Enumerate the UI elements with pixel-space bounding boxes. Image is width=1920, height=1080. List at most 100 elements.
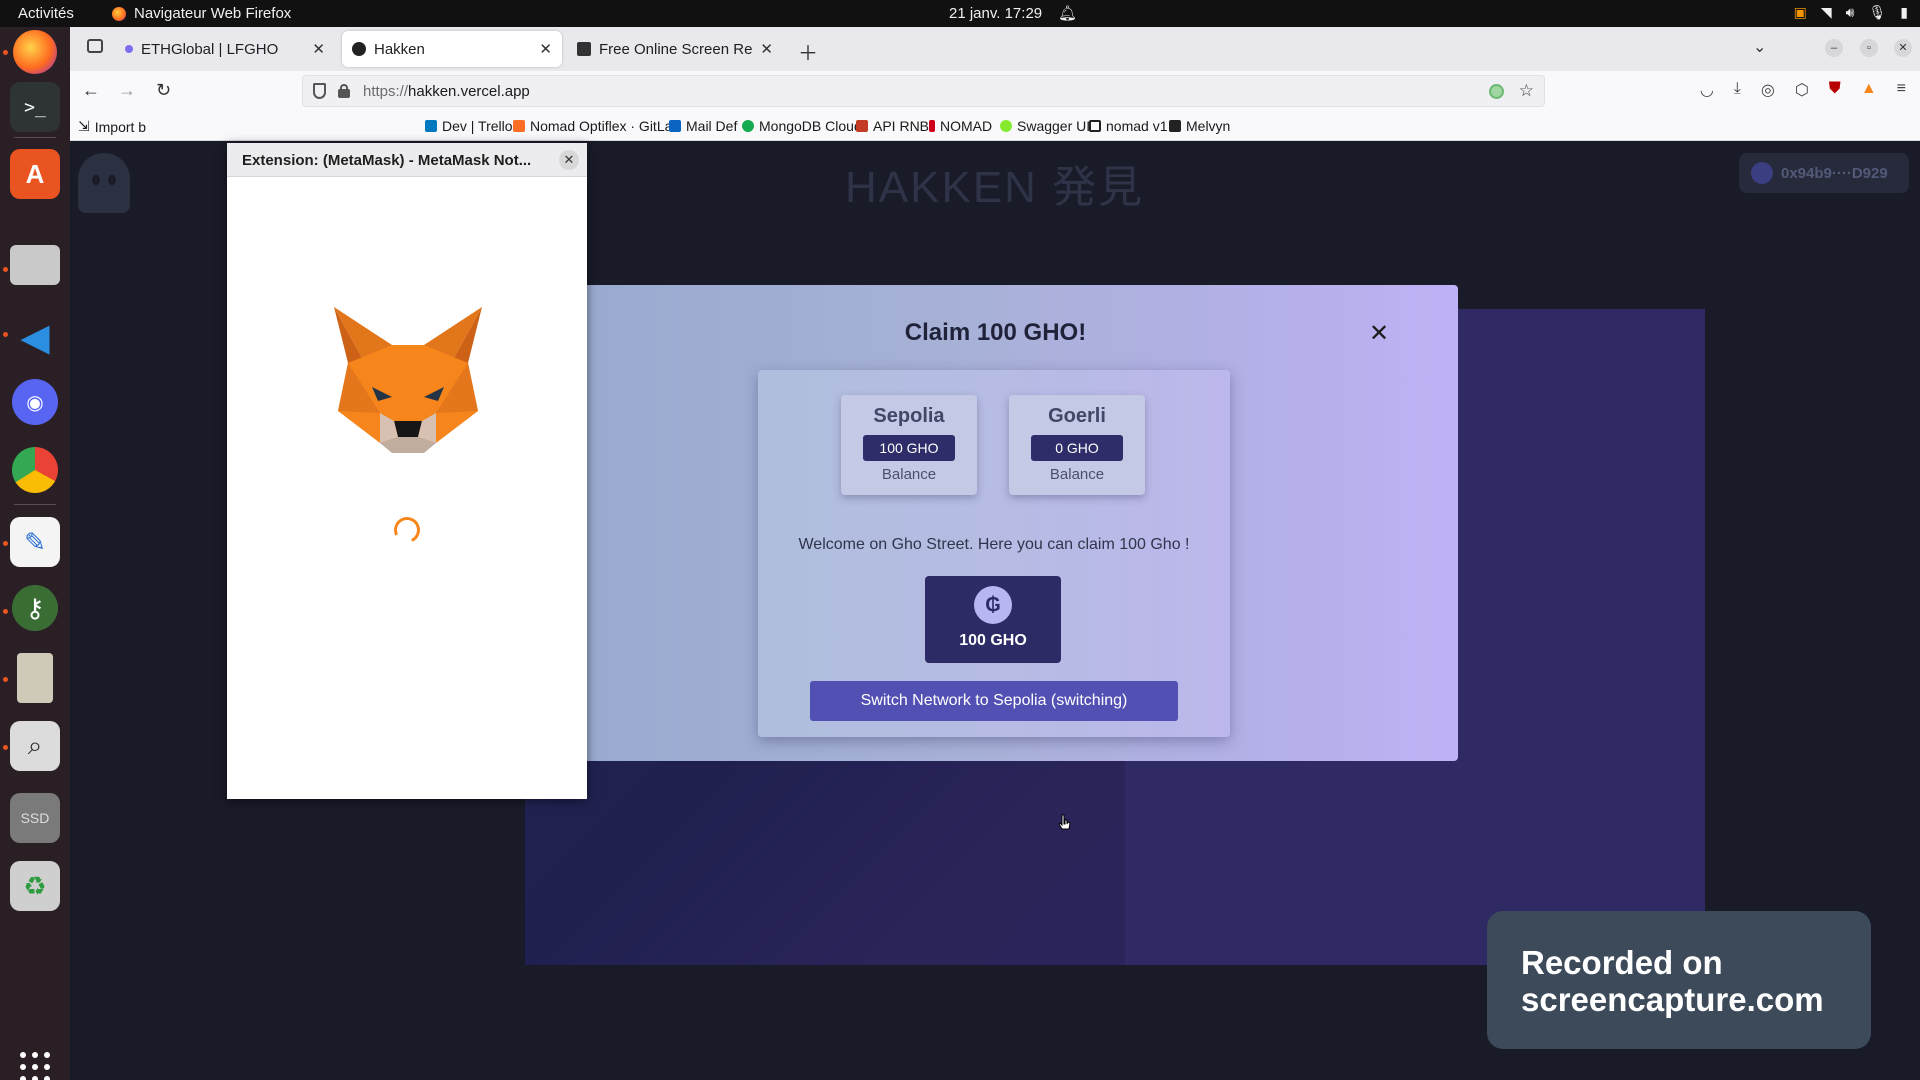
bookmark-nomad-v1[interactable]: nomad v1 bbox=[1089, 118, 1167, 134]
running-indicator bbox=[3, 332, 8, 337]
screen-recording-icon[interactable]: ▣ bbox=[1794, 4, 1807, 21]
bookmark-trello[interactable]: Dev | Trello bbox=[425, 118, 513, 134]
new-tab-button[interactable]: ＋ bbox=[798, 37, 818, 66]
bookmark-mongodb[interactable]: MongoDB Cloud bbox=[742, 118, 862, 134]
screenshot-dock-icon[interactable]: ⌕ bbox=[10, 721, 60, 771]
wifi-icon: ◥ bbox=[1820, 4, 1832, 20]
tracking-protection-icon[interactable] bbox=[313, 83, 326, 99]
minimize-button[interactable]: – bbox=[1825, 39, 1843, 57]
melvyn-icon bbox=[1169, 120, 1181, 132]
wallet-avatar bbox=[1751, 162, 1773, 184]
wallet-button[interactable]: 0x94b9····D929 bbox=[1739, 153, 1909, 193]
firefox-view-icon[interactable] bbox=[87, 39, 103, 53]
close-window-button[interactable]: ✕ bbox=[1894, 39, 1912, 57]
bookmark-star-icon[interactable]: ☆ bbox=[1519, 81, 1534, 101]
extensions-icon[interactable]: ⬡ bbox=[1795, 80, 1809, 100]
bookmark-api-rnb[interactable]: API RNB bbox=[856, 118, 929, 134]
list-all-tabs-icon[interactable]: ⌄ bbox=[1753, 37, 1766, 57]
close-tab-icon[interactable]: ✕ bbox=[539, 40, 552, 58]
ghost-logo-icon[interactable] bbox=[78, 153, 130, 213]
hakken-favicon bbox=[352, 42, 366, 56]
chrome-dock-icon[interactable] bbox=[12, 447, 58, 493]
downloads-icon[interactable]: ⤓ bbox=[1734, 80, 1741, 100]
maximize-button[interactable]: ▫ bbox=[1860, 39, 1878, 57]
outlook-icon bbox=[669, 120, 681, 132]
url-protocol: https:// bbox=[363, 83, 409, 100]
claim-card: Sepolia 100 GHO Balance Goerli 0 GHO Bal… bbox=[758, 370, 1230, 737]
discord-dock-icon[interactable]: ◉ bbox=[12, 379, 58, 425]
back-button[interactable]: ← bbox=[82, 80, 100, 101]
terminal-dock-icon[interactable]: >_ bbox=[10, 82, 60, 132]
close-icon[interactable]: ✕ bbox=[1369, 319, 1389, 348]
close-tab-icon[interactable]: ✕ bbox=[312, 40, 325, 58]
page-title: HAKKEN 発見 bbox=[845, 163, 1145, 212]
url-text[interactable]: https://hakken.vercel.app bbox=[363, 83, 530, 100]
firefox-icon bbox=[112, 6, 126, 21]
tab-label: Hakken bbox=[374, 40, 425, 58]
tab-ethglobal[interactable]: ETHGlobal | LFGHO ✕ bbox=[115, 31, 335, 67]
bookmark-import[interactable]: ⇲ Import b bbox=[78, 118, 146, 135]
network-card-goerli[interactable]: Goerli 0 GHO Balance bbox=[1009, 395, 1145, 495]
lock-icon[interactable] bbox=[338, 84, 350, 98]
tab-hakken[interactable]: Hakken ✕ bbox=[342, 31, 562, 67]
network-name: Sepolia bbox=[873, 405, 945, 427]
running-indicator bbox=[3, 745, 8, 750]
archive-dock-icon[interactable] bbox=[17, 653, 53, 703]
firefox-dock-icon[interactable] bbox=[13, 30, 57, 74]
tab-label: ETHGlobal | LFGHO bbox=[141, 40, 279, 58]
running-indicator bbox=[3, 609, 8, 614]
tab-screen-recorder[interactable]: Free Online Screen Reco ✕ bbox=[567, 31, 783, 67]
show-apps-icon[interactable] bbox=[20, 1052, 50, 1080]
bookmark-label: Nomad Optiflex · GitLab bbox=[530, 118, 681, 134]
clock[interactable]: 21 janv. 17:29 bbox=[949, 5, 1042, 22]
files-dock-icon[interactable] bbox=[10, 245, 60, 285]
software-center-dock-icon[interactable]: A bbox=[10, 149, 60, 199]
system-tray[interactable]: ▣ ◥ 🔊︎ 🎙︎ ▮ bbox=[1794, 4, 1908, 21]
reload-button[interactable]: ↻ bbox=[156, 80, 171, 101]
vscode-dock-icon[interactable]: ◀ bbox=[10, 312, 60, 362]
switch-network-button[interactable]: Switch Network to Sepolia (switching) bbox=[810, 681, 1178, 721]
app-menu[interactable]: Navigateur Web Firefox bbox=[112, 5, 291, 22]
bookmark-nomad[interactable]: NOMAD bbox=[929, 118, 992, 134]
running-indicator bbox=[3, 267, 8, 272]
bookmark-melvyn[interactable]: Melvyn bbox=[1169, 118, 1230, 134]
volume-icon: 🔊︎ bbox=[1845, 4, 1855, 20]
loading-spinner-icon bbox=[390, 513, 424, 547]
trello-icon bbox=[425, 120, 437, 132]
microphone-icon: 🎙︎ bbox=[1868, 4, 1887, 20]
menu-icon[interactable]: ≡ bbox=[1897, 80, 1906, 100]
close-tab-icon[interactable]: ✕ bbox=[760, 40, 773, 58]
ssd-drive-dock-icon[interactable]: SSD bbox=[10, 793, 60, 843]
text-editor-dock-icon[interactable]: ✎ bbox=[10, 517, 60, 567]
claim-amount: 100 GHO bbox=[959, 632, 1027, 649]
running-indicator bbox=[3, 541, 8, 546]
metamask-extension-icon[interactable]: ▲ bbox=[1861, 80, 1877, 100]
ublock-icon[interactable]: ⛊ bbox=[1829, 80, 1841, 100]
popup-title: Extension: (MetaMask) - MetaMask Not... bbox=[227, 143, 587, 177]
modal-title: Claim 100 GHO! bbox=[904, 319, 1087, 346]
network-caption: Balance bbox=[1049, 466, 1105, 483]
dock-separator bbox=[14, 137, 56, 138]
keepassxc-dock-icon[interactable]: ⚷ bbox=[12, 585, 58, 631]
bookmark-label: Mail Def bbox=[686, 118, 738, 134]
firefox-window: ETHGlobal | LFGHO ✕ Hakken ✕ Free Online… bbox=[70, 27, 1920, 1080]
close-popup-button[interactable]: ✕ bbox=[559, 150, 579, 170]
bookmark-gitlab[interactable]: Nomad Optiflex · GitLab bbox=[513, 118, 680, 134]
bookmark-swagger[interactable]: Swagger UI bbox=[1000, 118, 1090, 134]
pocket-icon[interactable]: ◡ bbox=[1700, 80, 1714, 100]
activities-button[interactable]: Activités bbox=[18, 5, 74, 22]
network-card-sepolia[interactable]: Sepolia 100 GHO Balance bbox=[841, 395, 977, 495]
claim-gho-button[interactable]: ₲ 100 GHO bbox=[925, 576, 1061, 663]
watermark-line-2: screencapture.com bbox=[1521, 981, 1824, 1018]
extension-indicator-icon[interactable] bbox=[1489, 84, 1504, 99]
running-indicator bbox=[3, 50, 8, 55]
bookmark-mail[interactable]: Mail Def bbox=[669, 118, 737, 134]
account-icon[interactable]: ◎ bbox=[1761, 80, 1775, 100]
bookmark-label: Dev | Trello bbox=[442, 118, 513, 134]
tab-label: Free Online Screen Reco bbox=[599, 40, 753, 58]
trash-dock-icon[interactable]: ♻ bbox=[10, 861, 60, 911]
swagger-icon bbox=[1000, 120, 1012, 132]
address-bar[interactable]: https://hakken.vercel.app ☆ bbox=[302, 75, 1545, 107]
page-icon bbox=[1089, 120, 1101, 132]
forward-button[interactable]: → bbox=[118, 80, 136, 101]
